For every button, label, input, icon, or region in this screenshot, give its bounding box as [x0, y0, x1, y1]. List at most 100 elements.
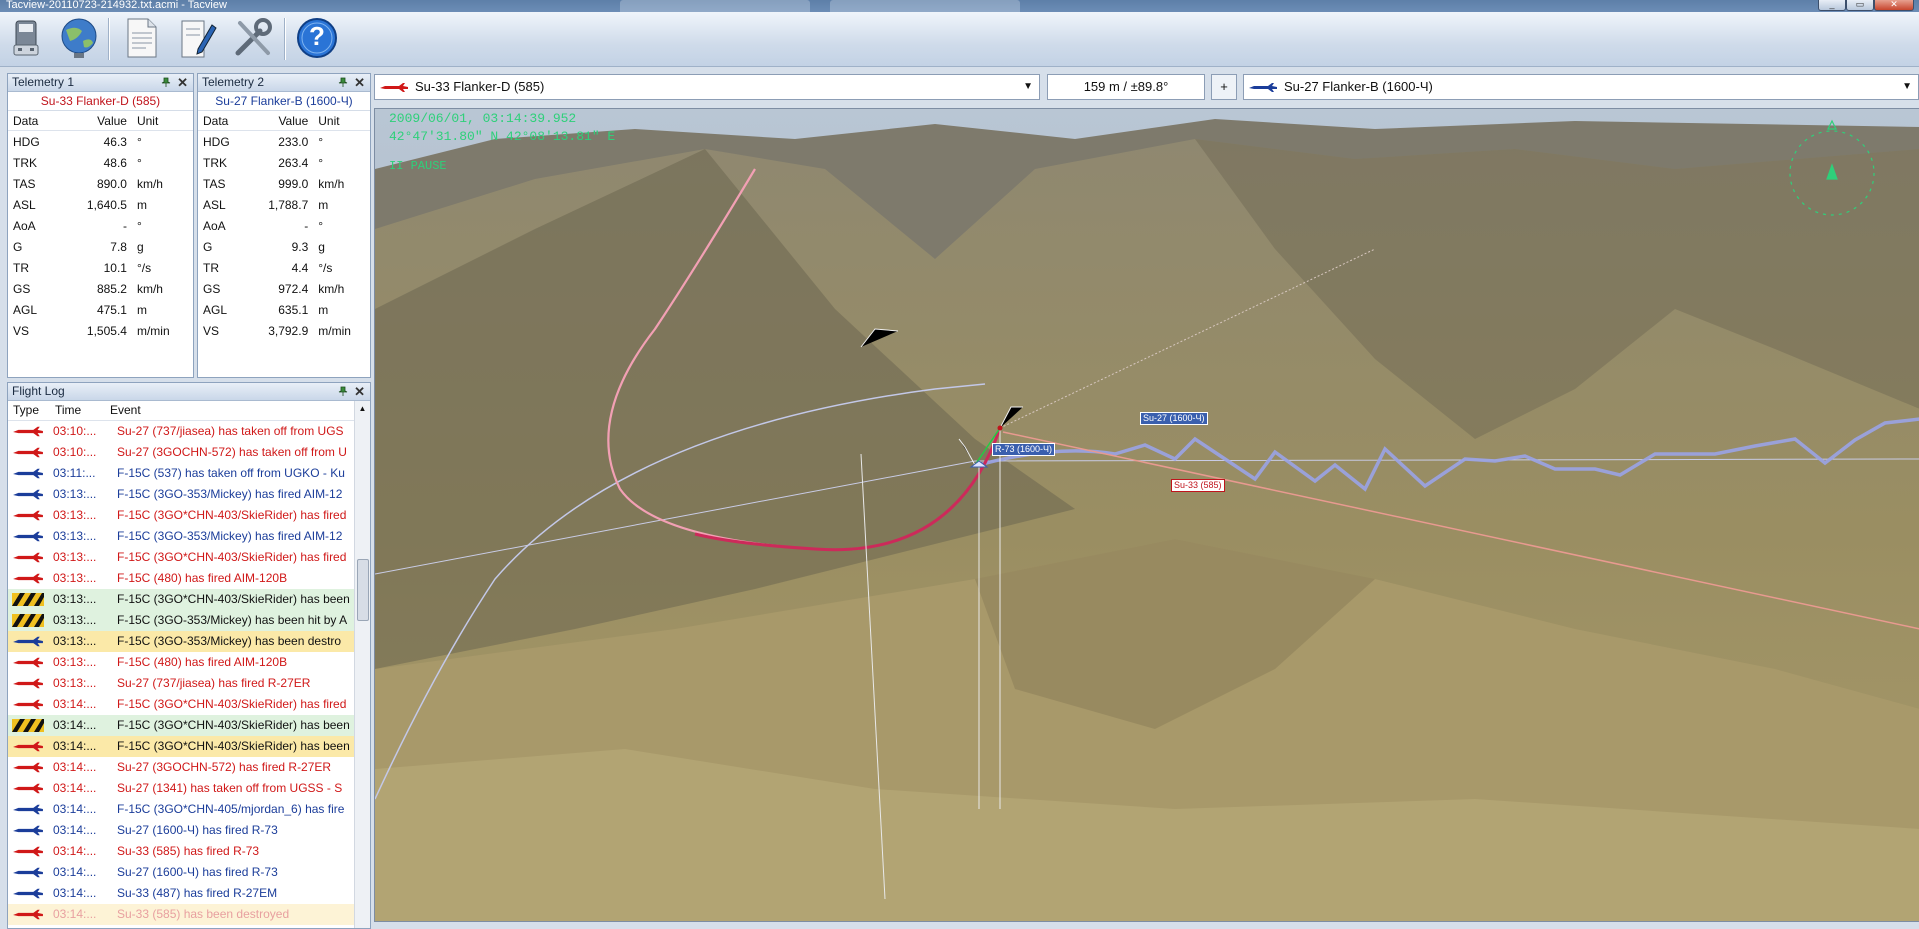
document-icon[interactable]: [118, 15, 164, 61]
log-row[interactable]: 03:10:... Su-27 (3GOCHN-572) has taken of…: [8, 442, 355, 463]
log-row[interactable]: 03:14:... Su-33 (487) has fired R-27EM: [8, 883, 355, 904]
log-event: F-15C (3GO*CHN-403/SkieRider) has fired: [117, 508, 347, 522]
column-header[interactable]: Value: [60, 111, 132, 131]
log-time: 03:13:...: [53, 655, 97, 669]
log-time: 03:13:...: [53, 487, 97, 501]
log-row[interactable]: 03:14:... F-15C (3GO*CHN-403/SkieRider) h…: [8, 736, 355, 757]
globe-icon[interactable]: [56, 15, 102, 61]
log-row[interactable]: 03:13:... F-15C (3GO*CHN-403/SkieRider) h…: [8, 505, 355, 526]
log-row[interactable]: 03:14:... Su-27 (1600-Ч) has fired R-73: [8, 862, 355, 883]
pin-icon[interactable]: [338, 386, 348, 396]
telemetry-table: Data Value Unit HDG 46.3 ° TRK 48.6 ° TAS 890.0…: [8, 111, 193, 341]
telemetry-unit: m/min: [136, 323, 170, 338]
log-row[interactable]: 03:14:... Su-27 (3GOCHN-572) has fired R-…: [8, 757, 355, 778]
pin-icon[interactable]: [161, 77, 171, 87]
background-tab[interactable]: [830, 0, 1020, 12]
column-header[interactable]: Data: [198, 111, 247, 131]
telemetry-row: AoA - °: [8, 215, 193, 236]
maximize-button[interactable]: ▭: [1846, 0, 1874, 11]
telemetry-unit: km/h: [136, 281, 163, 296]
log-row[interactable]: 03:13:... F-15C (3GO*CHN-403/SkieRider) h…: [8, 589, 355, 610]
column-header[interactable]: Type: [13, 401, 39, 420]
su33-aircraft-label[interactable]: Su-33 (585): [1171, 479, 1225, 492]
edit-icon[interactable]: [174, 15, 220, 61]
pin-icon[interactable]: [338, 77, 348, 87]
log-row[interactable]: 03:13:... F-15C (3GO-353/Mickey) has fire…: [8, 526, 355, 547]
log-row[interactable]: 03:14:... Su-27 (1341) has taken off from…: [8, 778, 355, 799]
log-event: Su-33 (585) has been destroyed: [117, 907, 290, 921]
log-scrollbar[interactable]: ▲: [354, 401, 370, 928]
log-row[interactable]: 03:14:... F-15C (3GO*CHN-403/SkieRider) h…: [8, 694, 355, 715]
close-icon[interactable]: ✕: [177, 74, 188, 91]
log-row[interactable]: 03:10:... Su-27 (737/jiasea) has taken of…: [8, 421, 355, 442]
telemetry-field: TR: [203, 260, 219, 275]
telemetry-row: AGL 635.1 m: [198, 299, 370, 320]
help-icon[interactable]: ?: [294, 15, 340, 61]
telemetry-field: TAS: [203, 176, 226, 191]
log-time: 03:13:...: [53, 634, 97, 648]
log-time: 03:13:...: [53, 550, 97, 564]
telemetry-unit: m: [318, 302, 329, 317]
add-button[interactable]: +: [1211, 74, 1237, 100]
log-row[interactable]: 03:14:... Su-33 (585) has been destroyed: [8, 904, 355, 925]
log-row[interactable]: 03:13:... F-15C (3GO-353/Mickey) has been…: [8, 610, 355, 631]
log-row[interactable]: 03:14:... Su-27 (1600-Ч) has fired R-73: [8, 820, 355, 841]
blue-plane-icon: [13, 489, 43, 500]
column-header[interactable]: Unit: [313, 111, 370, 131]
column-header[interactable]: Value: [246, 111, 314, 131]
su27-aircraft-label[interactable]: Su-27 (1600-Ч): [1140, 412, 1208, 425]
column-header[interactable]: Time: [55, 401, 81, 420]
close-icon[interactable]: ✕: [354, 383, 365, 400]
blue-plane-icon: [13, 531, 43, 542]
log-row[interactable]: 03:13:... Su-27 (737/jiasea) has fired R-…: [8, 673, 355, 694]
telemetry-value: 46.3: [103, 134, 127, 149]
log-row[interactable]: 03:13:... F-15C (480) has fired AIM-120B: [8, 568, 355, 589]
log-time: 03:13:...: [53, 508, 97, 522]
log-row[interactable]: 03:11:... F-15C (537) has taken off from …: [8, 463, 355, 484]
chevron-down-icon: ▼: [1902, 81, 1912, 92]
usb-drive-icon[interactable]: [4, 15, 50, 61]
telemetry-value: 999.0: [278, 176, 309, 191]
telemetry-field: TRK: [203, 155, 227, 170]
minimize-button[interactable]: _: [1818, 0, 1846, 11]
tools-icon[interactable]: [230, 15, 276, 61]
panel-header: Telemetry 1 ✕: [8, 74, 193, 92]
red-plane-icon: [13, 741, 43, 752]
telemetry-unit: °: [136, 218, 142, 233]
log-row[interactable]: 03:14:... F-15C (3GO*CHN-405/mjordan_6) h…: [8, 799, 355, 820]
distance-label: 159 m / ±89.8°: [1083, 79, 1169, 94]
hud-coordinates: 42°47'31.80" N 42°08'13.81" E: [389, 129, 616, 144]
3d-view[interactable]: 2009/06/01, 03:14:39.952 42°47'31.80" N …: [374, 108, 1919, 922]
log-time: 03:10:...: [53, 424, 97, 438]
background-tab[interactable]: [620, 0, 810, 12]
close-icon[interactable]: ✕: [354, 74, 365, 91]
log-row[interactable]: 03:13:... F-15C (3GO-353/Mickey) has fire…: [8, 484, 355, 505]
scroll-thumb[interactable]: [357, 559, 369, 621]
telemetry-value: 263.4: [278, 155, 309, 170]
log-row[interactable]: 03:14:... Su-33 (585) has fired R-73: [8, 841, 355, 862]
column-header[interactable]: Data: [8, 111, 61, 131]
telemetry-row: G 7.8 g: [8, 236, 193, 257]
red-plane-icon: [13, 447, 43, 458]
telemetry-value: 972.4: [278, 281, 309, 296]
log-row[interactable]: 03:13:... F-15C (3GO*CHN-403/SkieRider) h…: [8, 547, 355, 568]
log-event: Su-27 (1341) has taken off from UGSS - S: [117, 781, 343, 795]
log-row[interactable]: 03:13:... F-15C (480) has fired AIM-120B: [8, 652, 355, 673]
log-row[interactable]: 03:13:... F-15C (3GO-353/Mickey) has been…: [8, 631, 355, 652]
telemetry-field: HDG: [203, 134, 230, 149]
telemetry-unit: m: [136, 302, 147, 317]
right-aircraft-select[interactable]: Su-27 Flanker-B (1600-Ч) ▼: [1243, 74, 1919, 100]
column-header[interactable]: Event: [110, 401, 141, 420]
scroll-up-icon[interactable]: ▲: [355, 401, 370, 416]
r73-missile-label[interactable]: R-73 (1600-Ч): [992, 443, 1056, 456]
log-row[interactable]: 03:14:... F-15C (3GO*CHN-403/SkieRider) h…: [8, 715, 355, 736]
log-time: 03:14:...: [53, 907, 97, 921]
close-button[interactable]: ✕: [1874, 0, 1914, 11]
panel-header: Telemetry 2 ✕: [198, 74, 370, 92]
log-event: Su-27 (737/jiasea) has taken off from UG…: [117, 424, 344, 438]
hud-pause-status[interactable]: II PAUSE: [389, 159, 447, 173]
telemetry-unit: m: [318, 197, 329, 212]
column-header[interactable]: Unit: [131, 111, 193, 131]
left-aircraft-select[interactable]: Su-33 Flanker-D (585) ▼: [374, 74, 1040, 100]
log-time: 03:13:...: [53, 592, 97, 606]
